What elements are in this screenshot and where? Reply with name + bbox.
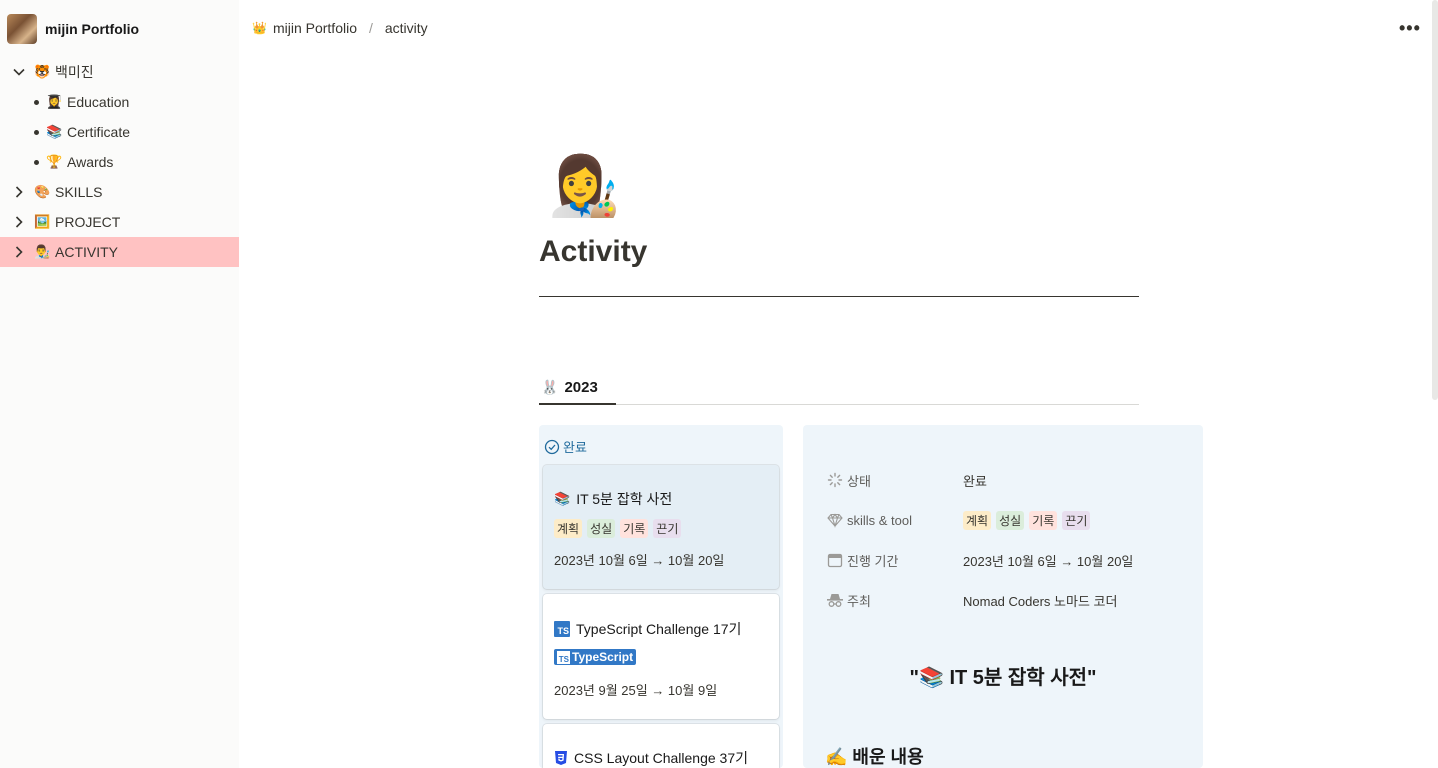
page-title[interactable]: Activity [539, 235, 647, 269]
chevron-right-icon[interactable] [12, 215, 26, 229]
sidebar-item-skills[interactable]: 🎨 SKILLS [0, 177, 239, 207]
breadcrumb-separator: / [368, 20, 373, 36]
board-card[interactable]: 📚 IT 5분 잡학 사전 계획 성실 기록 끈기 2023년 10월 6일 →… [543, 465, 779, 589]
tag: 성실 [587, 519, 616, 538]
card-title: TS TypeScript Challenge 17기 [554, 619, 741, 639]
typescript-icon: TS [554, 621, 570, 637]
chevron-down-icon[interactable] [12, 65, 26, 79]
page-icon[interactable]: 👩‍🎨 [548, 152, 620, 222]
board-column-done: 완료 📚 IT 5분 잡학 사전 계획 성실 기록 끈기 2023년 10월 6… [539, 425, 783, 768]
card-title: 📚 IT 5분 잡학 사전 [554, 489, 672, 509]
sidebar-item-label: Certificate [67, 124, 131, 140]
learned-heading: ✍️ 배운 내용 [825, 747, 924, 767]
tag: 계획 [963, 510, 992, 530]
typescript-badge: TS TypeScript [554, 649, 637, 665]
check-circle-icon [544, 439, 560, 454]
quote-heading: "📚 IT 5분 잡학 사전" [909, 667, 1097, 689]
tag: 성실 [996, 510, 1025, 530]
palette-icon: 🎨 [34, 184, 51, 199]
tag: 기록 [1029, 510, 1058, 530]
sidebar-item-baekmijin[interactable]: 🐯 백미진 [0, 57, 239, 87]
breadcrumb-root[interactable]: mijin Portfolio [273, 20, 357, 36]
sidebar-item-label: SKILLS [55, 184, 103, 200]
workspace-name: mijin Portfolio [45, 21, 140, 37]
property-value: Nomad Coders 노마드 코더 [963, 593, 1118, 609]
bullet-icon [34, 100, 39, 105]
sidebar-item-education[interactable]: 👩‍🎓 Education [0, 87, 239, 117]
card-tags: TS TypeScript [554, 649, 637, 665]
sidebar-item-certificate[interactable]: 📚 Certificate [0, 117, 239, 147]
tab-2023[interactable]: 🐰 2023 [539, 372, 616, 405]
more-options-icon[interactable]: ••• [1399, 18, 1421, 39]
chevron-right-icon[interactable] [12, 185, 26, 199]
workspace-avatar [7, 14, 37, 44]
chevron-right-icon[interactable] [12, 245, 26, 259]
badge-label: TypeScript [572, 650, 634, 664]
student-icon: 👩‍🎓 [46, 94, 63, 109]
rabbit-icon: 🐰 [541, 379, 559, 395]
property-key: 상태 [847, 473, 871, 489]
property-skills[interactable]: skills & tool 계획 성실 기록 끈기 [825, 508, 1195, 532]
bullet-icon [34, 130, 39, 135]
sidebar-item-label: Awards [67, 154, 114, 170]
tab-label: 2023 [564, 379, 598, 396]
sidebar: mijin Portfolio 🐯 백미진 👩‍🎓 Education 📚 Ce… [0, 0, 239, 768]
property-host[interactable]: 주최 Nomad Coders 노마드 코더 [825, 588, 1195, 612]
card-title-text: TypeScript Challenge 17기 [576, 621, 742, 637]
property-key: skills & tool [847, 512, 913, 528]
tag: 계획 [554, 519, 583, 538]
tag: 끈기 [1062, 510, 1091, 530]
typescript-logo-icon: TS [557, 650, 570, 664]
workspace-switcher[interactable]: mijin Portfolio [7, 14, 139, 44]
column-header: 완료 [544, 437, 587, 456]
sidebar-item-activity[interactable]: 👨‍🎨 ACTIVITY [0, 237, 239, 267]
tag: 끈기 [653, 519, 682, 538]
divider [539, 296, 1139, 297]
bullet-icon [34, 160, 39, 165]
property-period[interactable]: 진행 기간 2023년 10월 6일 → 10월 20일 [825, 548, 1195, 572]
board-card[interactable]: TS TypeScript Challenge 17기 TS TypeScrip… [543, 594, 779, 719]
card-title-text: CSS Layout Challenge 37기 [574, 750, 748, 766]
crown-icon: 👑 [252, 21, 267, 35]
trophy-icon: 🏆 [46, 154, 63, 169]
loader-icon [825, 470, 845, 490]
sidebar-item-label: 백미진 [55, 64, 94, 80]
property-value: 완료 [963, 473, 987, 489]
property-value: 계획 성실 기록 끈기 [963, 510, 1091, 530]
property-key: 진행 기간 [847, 553, 899, 569]
detail-panel: 상태 완료 skills & tool 계획 성실 기록 끈기 진행 기간 20… [803, 425, 1203, 768]
tiger-icon: 🐯 [34, 64, 51, 79]
view-tabs: 🐰 2023 [539, 372, 1139, 405]
breadcrumb-current[interactable]: activity [385, 20, 428, 36]
card-title: CSS Layout Challenge 37기 [554, 748, 748, 768]
card-date: 2023년 9월 25일 → 10월 9일 [554, 683, 718, 698]
property-key: 주최 [847, 593, 871, 609]
sidebar-item-label: Education [67, 94, 130, 110]
books-icon: 📚 [554, 491, 571, 506]
artist-icon: 👨‍🎨 [34, 244, 51, 259]
gem-icon [825, 510, 845, 530]
books-icon: 📚 [46, 124, 63, 139]
card-date: 2023년 10월 6일 → 10월 20일 [554, 553, 725, 568]
page-scrollbar[interactable] [1432, 0, 1438, 400]
card-tags: 계획 성실 기록 끈기 [554, 519, 682, 538]
column-label: 완료 [563, 440, 587, 455]
calendar-icon [825, 550, 845, 570]
board-card[interactable]: CSS Layout Challenge 37기 [543, 724, 779, 768]
sidebar-item-label: PROJECT [55, 214, 121, 230]
breadcrumb: 👑 mijin Portfolio / activity [252, 20, 428, 36]
sidebar-item-label: ACTIVITY [55, 244, 119, 260]
css3-icon [555, 751, 567, 765]
sidebar-item-awards[interactable]: 🏆 Awards [0, 147, 239, 177]
property-status[interactable]: 상태 완료 [825, 468, 1195, 492]
card-title-text: IT 5분 잡학 사전 [576, 491, 673, 507]
sidebar-item-project[interactable]: 🖼️ PROJECT [0, 207, 239, 237]
property-value: 2023년 10월 6일 → 10월 20일 [963, 553, 1134, 569]
framed-picture-icon: 🖼️ [34, 214, 51, 229]
spy-icon [825, 590, 845, 610]
tag: 기록 [620, 519, 649, 538]
